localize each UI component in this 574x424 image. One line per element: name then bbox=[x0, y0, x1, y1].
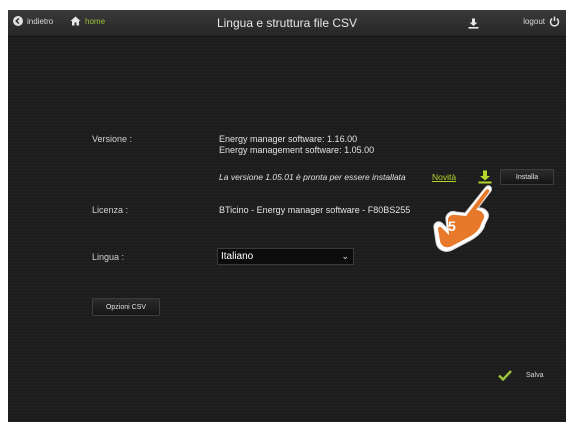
save-button[interactable]: Salva bbox=[498, 370, 544, 381]
download-icon bbox=[468, 18, 479, 29]
save-label: Salva bbox=[526, 372, 544, 379]
power-icon bbox=[549, 16, 560, 27]
app-screen: indietro home Lingua e struttura file CS… bbox=[8, 10, 566, 422]
license-value: BTicino - Energy manager software - F80B… bbox=[219, 205, 411, 215]
language-select[interactable]: Italiano ⌄ bbox=[217, 248, 354, 265]
step-callout-hand-icon bbox=[433, 185, 492, 252]
callout-number: 5 bbox=[448, 218, 456, 234]
chevron-down-icon: ⌄ bbox=[341, 251, 349, 261]
update-notice: La versione 1.05.01 è pronta per essere … bbox=[219, 172, 406, 182]
csv-options-button[interactable]: Opzioni CSV bbox=[92, 298, 160, 316]
licenza-label: Licenza : bbox=[92, 205, 129, 215]
top-bar: indietro home Lingua e struttura file CS… bbox=[8, 10, 566, 37]
logout-label: logout bbox=[523, 17, 545, 26]
versione-label: Versione : bbox=[92, 134, 133, 144]
page-title: Lingua e struttura file CSV bbox=[216, 16, 358, 30]
lingua-label: Lingua : bbox=[92, 252, 125, 262]
version-line-1: Energy manager software: 1.16.00 bbox=[219, 134, 358, 144]
checkmark-icon bbox=[498, 370, 512, 381]
language-selected-value: Italiano bbox=[221, 251, 254, 262]
version-line-2: Energy management software: 1.05.00 bbox=[219, 145, 375, 155]
download-button[interactable] bbox=[468, 16, 479, 34]
logout-button[interactable]: logout bbox=[523, 16, 560, 27]
